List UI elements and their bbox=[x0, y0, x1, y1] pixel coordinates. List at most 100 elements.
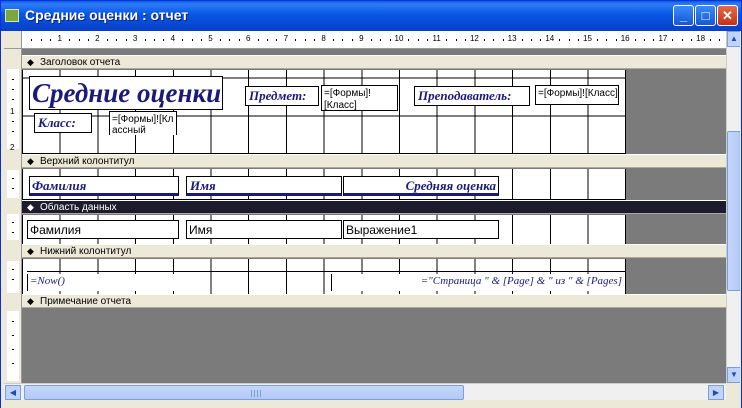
vruler-report-footer bbox=[7, 311, 19, 381]
ruler-number: 5 bbox=[208, 34, 213, 43]
section-bar-report-footer[interactable]: ◆ Примечание отчета bbox=[22, 294, 726, 308]
expression-field[interactable]: Выражение1 bbox=[343, 220, 499, 239]
ruler-tick bbox=[267, 39, 269, 41]
minimize-button[interactable]: _ bbox=[673, 5, 694, 26]
title-bar[interactable]: Средние оценки : отчет _ □ ✕ bbox=[1, 1, 741, 31]
section-bar-detail[interactable]: ◆ Область данных bbox=[22, 200, 726, 214]
ruler-tick bbox=[417, 39, 419, 41]
ruler-number: 16 bbox=[620, 34, 630, 43]
ruler-number: 1 bbox=[57, 34, 62, 43]
ruler-number: 11 bbox=[432, 34, 441, 43]
ruler-tick bbox=[106, 39, 108, 41]
ruler-number: 9 bbox=[359, 34, 364, 43]
ruler-tick bbox=[116, 39, 118, 41]
ruler-tick bbox=[125, 39, 127, 41]
vruler-number: 2 bbox=[10, 143, 15, 152]
now-field[interactable]: =Now() bbox=[27, 274, 179, 291]
report-title-label[interactable]: Средние оценки bbox=[29, 76, 223, 110]
ruler-tick bbox=[483, 39, 485, 41]
ruler-tick bbox=[634, 39, 636, 41]
average-column-label[interactable]: Средняя оценка bbox=[343, 176, 499, 196]
vertical-scroll-thumb[interactable] bbox=[727, 131, 740, 291]
name-column-label[interactable]: Имя bbox=[186, 176, 342, 196]
ruler-tick bbox=[144, 39, 146, 41]
ruler-tick bbox=[229, 39, 231, 41]
section-label: Область данных bbox=[40, 202, 117, 213]
scroll-left-button[interactable]: ◀ bbox=[5, 385, 21, 400]
surname-column-label[interactable]: Фамилия bbox=[29, 176, 179, 196]
ruler-number: 18 bbox=[696, 34, 706, 43]
section-bar-page-footer[interactable]: ◆ Нижний колонтитул bbox=[22, 244, 726, 258]
ruler-tick bbox=[370, 39, 372, 41]
surname-field[interactable]: Фамилия bbox=[27, 220, 179, 239]
ruler-tick bbox=[568, 39, 570, 41]
ruler-tick bbox=[427, 39, 429, 41]
subject-field[interactable]: =[Формы]![Класс] bbox=[321, 85, 398, 111]
footer-divider-line[interactable] bbox=[27, 271, 625, 272]
ruler-tick bbox=[389, 39, 391, 41]
ruler-tick bbox=[644, 39, 646, 41]
ruler-tick bbox=[333, 39, 335, 41]
section-label: Примечание отчета bbox=[40, 296, 132, 307]
section-arrow-icon: ◆ bbox=[27, 57, 34, 67]
subject-label[interactable]: Предмет: bbox=[245, 86, 319, 106]
ruler-tick bbox=[276, 39, 278, 41]
ruler-corner[interactable] bbox=[4, 31, 22, 49]
ruler-number: 14 bbox=[545, 34, 555, 43]
maximize-button[interactable]: □ bbox=[695, 5, 716, 26]
section-bar-page-header[interactable]: ◆ Верхний колонтитул bbox=[22, 154, 726, 168]
section-arrow-icon: ◆ bbox=[27, 296, 34, 306]
teacher-label[interactable]: Преподаватель: bbox=[414, 86, 530, 106]
vertical-scrollbar[interactable]: ▲ ▼ bbox=[726, 31, 740, 383]
ruler-tick bbox=[87, 39, 89, 41]
ruler-number: 12 bbox=[469, 34, 479, 43]
ruler-tick bbox=[408, 39, 410, 41]
page-number-field[interactable]: ="Страница " & [Page] & " из " & [Pages] bbox=[331, 274, 625, 291]
ruler-tick bbox=[219, 39, 221, 41]
ruler-tick bbox=[50, 39, 52, 41]
close-button[interactable]: ✕ bbox=[717, 5, 738, 26]
class-label[interactable]: Класс: bbox=[34, 113, 92, 133]
ruler-tick bbox=[69, 39, 71, 41]
ruler-number: 2 bbox=[95, 34, 100, 43]
scroll-up-button[interactable]: ▲ bbox=[727, 31, 740, 47]
ruler-tick bbox=[672, 39, 674, 41]
class-field[interactable]: =[Формы]![Кл ассный bbox=[109, 111, 177, 135]
section-label: Верхний колонтитул bbox=[40, 156, 135, 167]
scroll-right-button[interactable]: ▶ bbox=[708, 385, 724, 400]
ruler-tick bbox=[78, 39, 80, 41]
ruler-tick bbox=[40, 39, 42, 41]
ruler-tick bbox=[559, 39, 561, 41]
horizontal-ruler[interactable]: 1 2 3 4 5 6 7 8 9 10 11 12 13 14 15 16 17 18 bbox=[22, 31, 730, 49]
teacher-field[interactable]: =[Формы]![Класс] bbox=[535, 85, 619, 105]
ruler-tick bbox=[464, 39, 466, 41]
section-arrow-icon: ◆ bbox=[27, 156, 34, 166]
ruler-tick bbox=[446, 39, 448, 41]
ruler-tick bbox=[238, 39, 240, 41]
vruler-number: 1 bbox=[10, 107, 15, 116]
ruler-tick bbox=[681, 39, 683, 41]
scroll-down-button[interactable]: ▼ bbox=[727, 367, 740, 383]
report-icon bbox=[5, 9, 19, 22]
ruler-tick bbox=[719, 39, 721, 41]
vruler-page-header bbox=[7, 170, 19, 198]
report-design-window: Средние оценки : отчет _ □ ✕ 1 2 3 4 5 6 7 8 9 10… bbox=[0, 0, 742, 408]
vruler-detail bbox=[7, 214, 19, 240]
ruler-number: 3 bbox=[132, 34, 138, 43]
vruler-page-footer bbox=[7, 261, 19, 293]
vertical-ruler[interactable]: 1 2 bbox=[4, 49, 22, 383]
section-bar-report-header[interactable]: ◆ Заголовок отчета bbox=[22, 55, 726, 69]
section-arrow-icon: ◆ bbox=[27, 202, 34, 212]
ruler-tick bbox=[493, 39, 495, 41]
ruler-tick bbox=[163, 39, 165, 41]
ruler-tick bbox=[295, 39, 297, 41]
size-grip[interactable] bbox=[728, 385, 740, 397]
section-label: Нижний колонтитул bbox=[40, 246, 132, 257]
ruler-tick bbox=[615, 39, 617, 41]
horizontal-scroll-thumb[interactable] bbox=[24, 385, 464, 400]
horizontal-scrollbar[interactable]: ◀ ▶ bbox=[4, 383, 726, 400]
ruler-tick bbox=[314, 39, 316, 41]
ruler-tick bbox=[596, 39, 598, 41]
ruler-tick bbox=[304, 39, 306, 41]
name-field[interactable]: Имя bbox=[186, 220, 342, 239]
